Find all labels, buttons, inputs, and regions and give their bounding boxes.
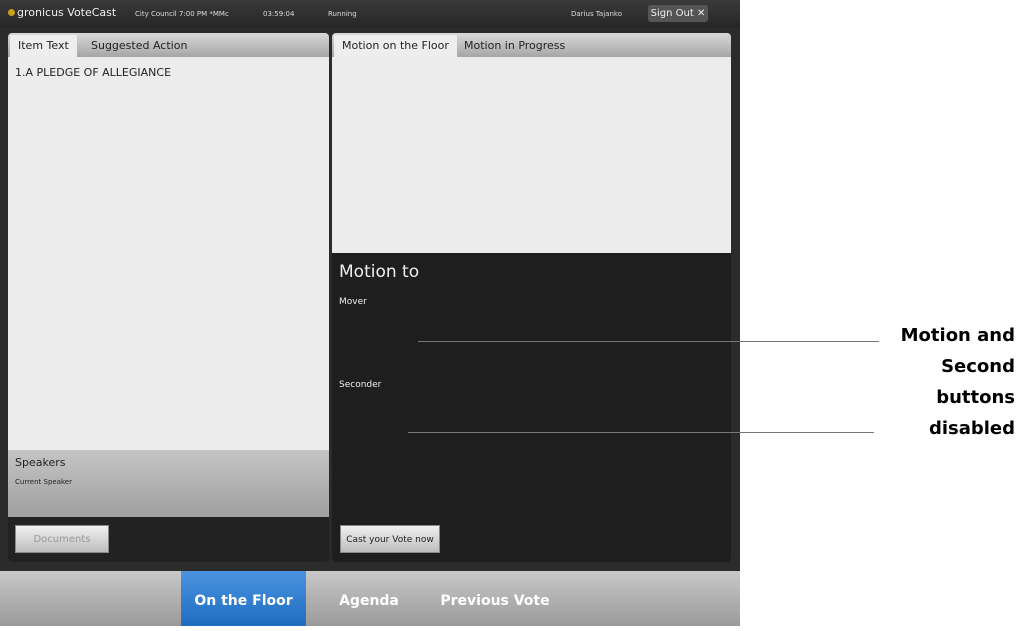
current-speaker: Current Speaker <box>15 478 72 486</box>
meeting-timer: 03:59:04 <box>263 10 295 18</box>
nav-previous-vote[interactable]: Previous Vote <box>430 571 560 626</box>
nav-agenda[interactable]: Agenda <box>320 571 418 626</box>
speakers-title: Speakers <box>15 456 66 469</box>
item-title: 1.A PLEDGE OF ALLEGIANCE <box>15 66 172 79</box>
annotation-text: Second <box>941 356 1015 377</box>
votecast-app: gronicus VoteCast City Council 7:00 PM *… <box>0 0 740 626</box>
annotation-callout: Motion and Second buttons disabled <box>901 320 1015 444</box>
tab-suggested-action[interactable]: Suggested Action <box>83 35 195 57</box>
motion-content <box>332 57 731 253</box>
item-panel: Item Text Suggested Action 1.A PLEDGE OF… <box>8 33 329 562</box>
documents-button[interactable]: Documents <box>15 525 109 553</box>
meeting-name: City Council 7:00 PM *MMc <box>135 10 229 18</box>
annotation-line-mover <box>418 341 879 342</box>
user-name: Darius Tajanko <box>571 10 622 18</box>
top-bar: gronicus VoteCast City Council 7:00 PM *… <box>0 0 740 28</box>
motion-panel: Motion on the Floor Motion in Progress M… <box>332 33 731 562</box>
item-text-content: 1.A PLEDGE OF ALLEGIANCE <box>8 57 329 450</box>
motion-to-heading: Motion to <box>339 262 420 282</box>
meeting-status: Running <box>328 10 357 18</box>
annotation-text: disabled <box>928 418 1015 439</box>
tab-motion-on-floor[interactable]: Motion on the Floor <box>334 35 457 57</box>
logo-icon <box>8 9 15 16</box>
nav-on-the-floor[interactable]: On the Floor <box>181 571 306 626</box>
item-tabs: Item Text Suggested Action <box>8 33 329 57</box>
tab-item-text[interactable]: Item Text <box>10 35 77 57</box>
speakers-section: Speakers Current Speaker <box>8 450 329 517</box>
seconder-label: Seconder <box>339 380 382 390</box>
annotation-text: Motion and <box>900 325 1015 346</box>
annotation-text: buttons <box>936 387 1015 408</box>
sign-out-button[interactable]: Sign Out ✕ <box>648 5 708 22</box>
motion-tabs: Motion on the Floor Motion in Progress <box>332 33 731 57</box>
logo: gronicus VoteCast <box>8 6 116 19</box>
bottom-nav: On the Floor Agenda Previous Vote <box>0 571 740 626</box>
cast-vote-button[interactable]: Cast your Vote now <box>340 525 440 553</box>
tab-motion-in-progress[interactable]: Motion in Progress <box>456 35 573 57</box>
mover-label: Mover <box>339 297 367 307</box>
annotation-line-seconder <box>408 432 874 433</box>
